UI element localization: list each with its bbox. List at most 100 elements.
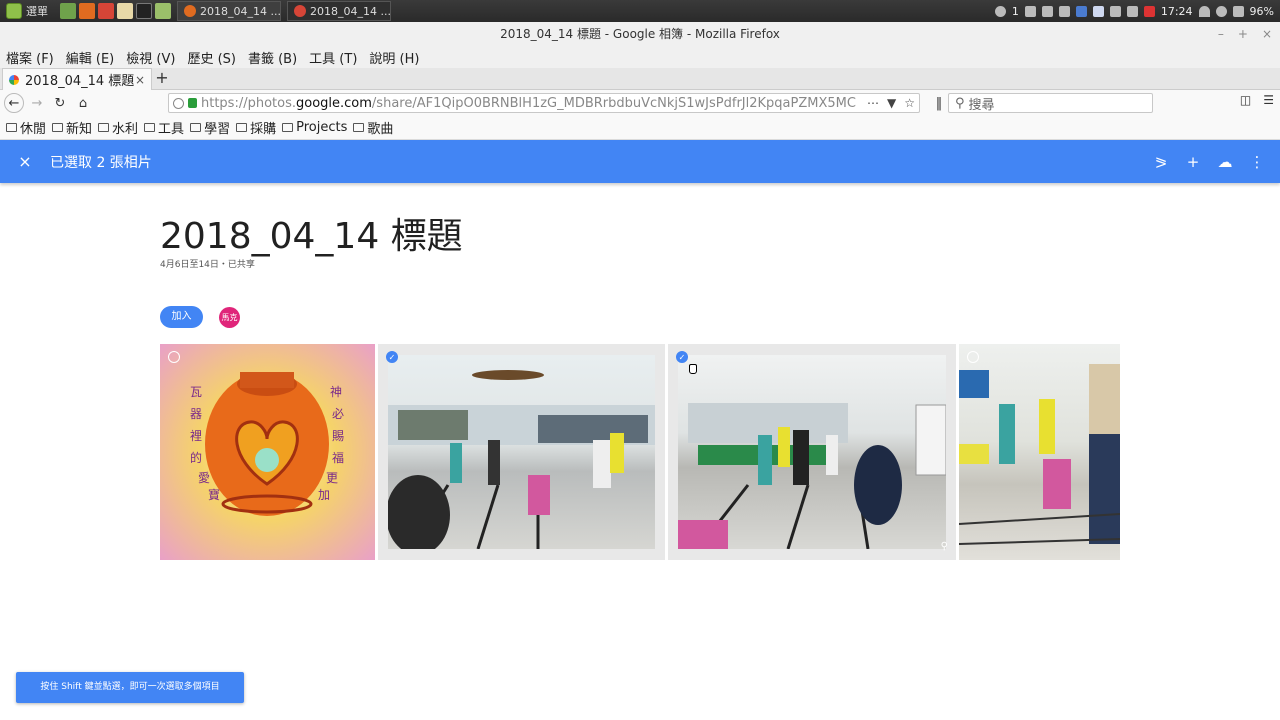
sidebar-icon[interactable]: ◫ bbox=[1240, 93, 1251, 107]
library-icon[interactable]: ‖ bbox=[929, 93, 949, 113]
taskbar-task-firefox[interactable]: 2018_04_14 ... bbox=[177, 1, 281, 21]
hamburger-menu-icon[interactable]: ☰ bbox=[1263, 93, 1274, 107]
task-label: 2018_04_14 ... bbox=[200, 4, 281, 18]
tab-strip: 2018_04_14 標題 × + bbox=[0, 68, 1280, 90]
forward-icon[interactable]: → bbox=[27, 93, 47, 113]
photo-image: 瓦器裡的愛寶 神必賜福更加 bbox=[160, 344, 375, 560]
workspace-indicator[interactable]: 1 bbox=[1012, 5, 1019, 18]
bookmark-folder[interactable]: Projects bbox=[282, 120, 347, 135]
taskbar-task-chrome[interactable]: 2018_04_14 ... bbox=[287, 1, 391, 21]
user-icon[interactable] bbox=[1215, 5, 1227, 17]
chrome-launcher-icon[interactable] bbox=[98, 3, 114, 19]
keyboard-layout-icon[interactable] bbox=[1092, 5, 1104, 17]
search-bar[interactable]: ⚲ 搜尋 bbox=[948, 93, 1153, 113]
bookmark-folder[interactable]: 新知 bbox=[52, 118, 92, 137]
select-checkbox[interactable] bbox=[967, 351, 979, 363]
bookmark-folder[interactable]: 工具 bbox=[144, 118, 184, 137]
folder-icon bbox=[6, 123, 17, 132]
input-method-icon[interactable] bbox=[1109, 5, 1121, 17]
menu-help[interactable]: 說明 (H) bbox=[363, 48, 425, 67]
photo-tile[interactable]: ✓ ⚲ bbox=[668, 344, 956, 560]
svg-text:的: 的 bbox=[190, 450, 202, 465]
photo-tile[interactable]: ✓ bbox=[378, 344, 665, 560]
bookmark-folder[interactable]: 休閒 bbox=[6, 118, 46, 137]
photo-tile[interactable] bbox=[959, 344, 1120, 560]
close-tab-icon[interactable]: × bbox=[135, 73, 145, 87]
notification-icon[interactable] bbox=[994, 5, 1006, 17]
bookmark-folder[interactable]: 水利 bbox=[98, 118, 138, 137]
menu-tools[interactable]: 工具 (T) bbox=[303, 48, 363, 67]
menu-edit[interactable]: 編輯 (E) bbox=[60, 48, 121, 67]
volume-icon[interactable] bbox=[1041, 5, 1053, 17]
firefox-launcher-icon[interactable] bbox=[79, 3, 95, 19]
home-icon[interactable]: ⌂ bbox=[73, 93, 93, 113]
zoom-icon[interactable]: ⚲ bbox=[941, 541, 948, 552]
bookmark-star-icon[interactable]: ☆ bbox=[904, 96, 915, 110]
svg-text:裡: 裡 bbox=[190, 428, 202, 443]
start-menu-button[interactable]: 選單 bbox=[0, 0, 54, 22]
url-text: https://photos.google.com/share/AF1QipO0… bbox=[201, 95, 856, 111]
start-menu-label: 選單 bbox=[26, 5, 48, 18]
join-button[interactable]: 加入 bbox=[160, 306, 203, 328]
select-checkbox[interactable] bbox=[168, 351, 180, 363]
close-window-button[interactable]: × bbox=[1262, 22, 1272, 46]
files-icon[interactable] bbox=[155, 3, 171, 19]
download-icon[interactable]: ☁ bbox=[1216, 153, 1234, 171]
clock[interactable]: 17:24 bbox=[1161, 5, 1193, 18]
svg-text:福: 福 bbox=[332, 450, 344, 465]
dropbox-icon[interactable] bbox=[1126, 5, 1138, 17]
shield-icon[interactable] bbox=[1075, 5, 1087, 17]
tab-label: 2018_04_14 標題 bbox=[25, 74, 135, 89]
bluetooth-icon[interactable] bbox=[1024, 5, 1036, 17]
folder-icon bbox=[236, 123, 248, 132]
tab-album[interactable]: 2018_04_14 標題 × bbox=[2, 68, 152, 90]
close-icon[interactable]: × bbox=[16, 152, 34, 171]
navigation-toolbar: ← → ↻ ⌂ https://photos.google.com/share/… bbox=[0, 90, 1280, 116]
folder-icon bbox=[144, 123, 156, 132]
folder-icon bbox=[282, 123, 294, 132]
firefox-icon bbox=[184, 5, 196, 17]
photo-image bbox=[678, 355, 947, 550]
url-bar[interactable]: https://photos.google.com/share/AF1QipO0… bbox=[168, 93, 920, 113]
site-info-icon[interactable] bbox=[173, 97, 184, 109]
bookmark-folder[interactable]: 學習 bbox=[190, 118, 230, 137]
quick-launch bbox=[60, 3, 171, 19]
maximize-button[interactable]: + bbox=[1238, 22, 1248, 46]
mouse-cursor bbox=[689, 364, 697, 374]
terminal-icon[interactable] bbox=[136, 3, 152, 19]
desktop-icon[interactable] bbox=[60, 3, 76, 19]
minimize-button[interactable]: – bbox=[1218, 22, 1224, 46]
battery-icon[interactable] bbox=[1232, 5, 1244, 17]
page-actions-icon[interactable]: ⋯ bbox=[867, 96, 879, 110]
selected-check-icon[interactable]: ✓ bbox=[386, 351, 398, 363]
task-label: 2018_04_14 ... bbox=[310, 4, 391, 18]
share-icon[interactable]: ⪖ bbox=[1152, 153, 1170, 171]
avatar[interactable]: 馬克 bbox=[219, 307, 240, 328]
more-options-icon[interactable]: ⋮ bbox=[1248, 153, 1266, 171]
folder-icon bbox=[52, 123, 64, 132]
pocket-icon[interactable]: ▼ bbox=[887, 96, 896, 110]
search-placeholder: 搜尋 bbox=[968, 97, 995, 113]
recording-icon[interactable] bbox=[1143, 5, 1155, 17]
trash-icon[interactable] bbox=[1058, 5, 1070, 17]
photo-tile[interactable]: 瓦器裡的愛寶 神必賜福更加 bbox=[160, 344, 375, 560]
reload-icon[interactable]: ↻ bbox=[50, 93, 70, 113]
menu-history[interactable]: 歷史 (S) bbox=[181, 48, 242, 67]
menu-file[interactable]: 檔案 (F) bbox=[0, 48, 60, 67]
window-titlebar: 2018_04_14 標題 - Google 相簿 - Mozilla Fire… bbox=[0, 22, 1280, 46]
bookmark-folder[interactable]: 歌曲 bbox=[353, 118, 393, 137]
add-icon[interactable]: + bbox=[1184, 153, 1202, 171]
new-tab-button[interactable]: + bbox=[152, 68, 172, 90]
selected-check-icon[interactable]: ✓ bbox=[676, 351, 688, 363]
menu-bookmarks[interactable]: 書籤 (B) bbox=[242, 48, 303, 67]
photo-image bbox=[386, 355, 655, 555]
album-title: 2018_04_14 標題 bbox=[160, 216, 463, 257]
text-editor-icon[interactable] bbox=[117, 3, 133, 19]
back-icon[interactable]: ← bbox=[4, 93, 24, 113]
wifi-icon[interactable] bbox=[1198, 5, 1210, 17]
bookmark-folder[interactable]: 採購 bbox=[236, 118, 276, 137]
svg-text:更: 更 bbox=[326, 471, 338, 485]
battery-percent: 96% bbox=[1249, 4, 1274, 18]
svg-text:瓦: 瓦 bbox=[190, 385, 202, 399]
menu-view[interactable]: 檢視 (V) bbox=[120, 48, 181, 67]
